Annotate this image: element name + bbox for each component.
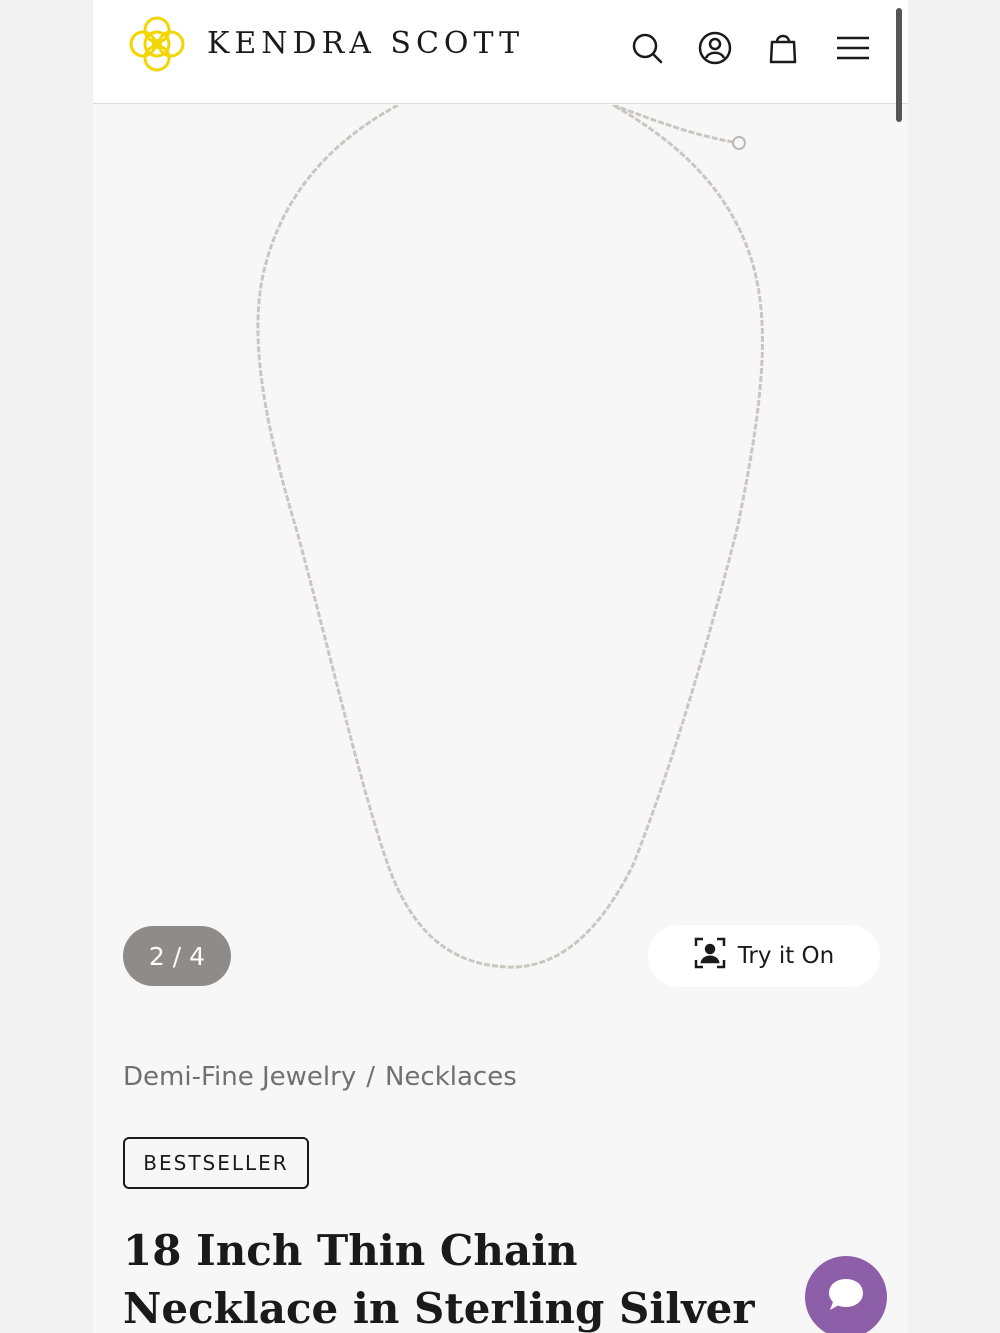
account-icon[interactable] — [695, 28, 735, 68]
try-it-on-button[interactable]: Try it On — [648, 925, 880, 987]
chat-button[interactable] — [805, 1256, 887, 1333]
face-scan-icon — [694, 937, 726, 975]
breadcrumb: Demi-Fine Jewelry / Necklaces — [123, 1062, 517, 1092]
chat-bubble-icon — [827, 1277, 865, 1317]
shopping-bag-icon[interactable] — [763, 28, 803, 68]
image-counter: 2 / 4 — [123, 926, 231, 986]
search-icon[interactable] — [627, 28, 667, 68]
product-page: KENDRA SCOTT 2 / 4 Try it On Demi-Fine J… — [93, 0, 908, 1333]
breadcrumb-demi-fine-jewelry[interactable]: Demi-Fine Jewelry — [123, 1062, 356, 1092]
breadcrumb-separator: / — [366, 1062, 375, 1092]
site-header: KENDRA SCOTT — [93, 0, 908, 104]
product-title: 18 Inch Thin Chain Necklace in Sterling … — [123, 1226, 755, 1333]
kendra-scott-logo[interactable] — [123, 10, 191, 78]
product-image[interactable] — [93, 103, 908, 1005]
bestseller-badge: BESTSELLER — [123, 1137, 309, 1189]
try-it-on-label: Try it On — [737, 943, 835, 969]
menu-icon[interactable] — [833, 28, 873, 68]
breadcrumb-necklaces[interactable]: Necklaces — [385, 1062, 517, 1092]
scrollbar[interactable] — [896, 8, 902, 122]
brand-name[interactable]: KENDRA SCOTT — [207, 26, 524, 61]
